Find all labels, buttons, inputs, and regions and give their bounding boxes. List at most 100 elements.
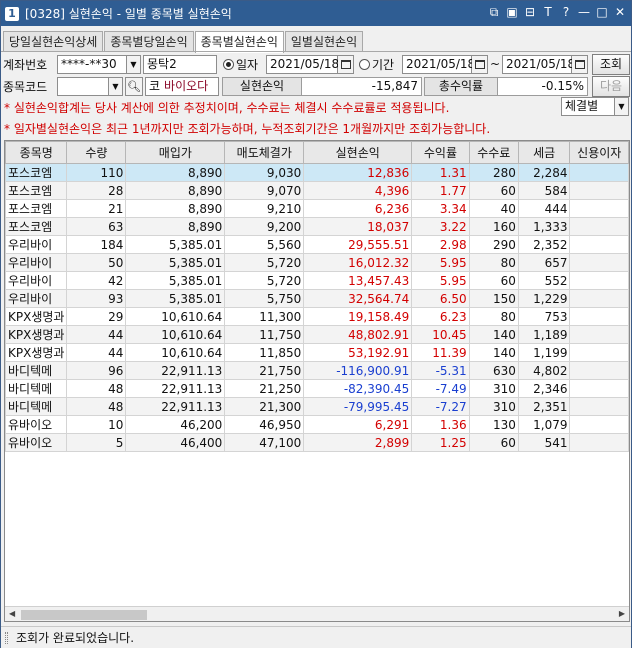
table-cell: 9,200: [224, 217, 305, 236]
date-calendar-button[interactable]: [338, 54, 354, 74]
window-link-icon[interactable]: ⧉: [487, 5, 501, 20]
table-cell: 96: [66, 361, 127, 380]
table-cell: 753: [517, 307, 571, 326]
table-row[interactable]: 유바이오 5 46,400 47,100 2,899 1.25 60 541: [5, 433, 629, 452]
minimize-icon[interactable]: —: [577, 5, 591, 20]
next-button[interactable]: 다음: [592, 75, 630, 97]
scrollbar-thumb[interactable]: [21, 610, 147, 620]
account-input[interactable]: ****-**30: [57, 54, 127, 74]
column-header[interactable]: 실현손익: [303, 141, 413, 164]
column-header[interactable]: 수량: [66, 141, 127, 164]
table-row[interactable]: 포스코엠 110 8,890 9,030 12,836 1.31 280 2,284: [5, 163, 629, 182]
tab-0[interactable]: 당일실현손익상세: [3, 31, 104, 52]
table-cell: 2,352: [517, 235, 571, 254]
table-cell: [569, 379, 629, 398]
stock-code-dropdown-icon[interactable]: ▼: [109, 76, 123, 96]
close-icon[interactable]: ✕: [613, 5, 627, 20]
table-cell: 50: [66, 253, 127, 272]
table-cell: 2,346: [517, 379, 571, 398]
table-row[interactable]: 바디텍메 96 22,911.13 21,750 -116,900.91 -5.31 630…: [5, 361, 629, 380]
date-radio[interactable]: [223, 58, 234, 70]
table-cell: 46,950: [224, 415, 305, 434]
table-cell: 444: [517, 199, 571, 218]
column-header[interactable]: 종목명: [5, 141, 68, 164]
column-header[interactable]: 매도체결가: [224, 141, 305, 164]
window-restore-icon[interactable]: ▣: [505, 5, 519, 20]
scroll-left-icon[interactable]: ◀: [9, 609, 15, 618]
scroll-right-icon[interactable]: ▶: [619, 609, 625, 618]
date-radio-label[interactable]: 일자: [236, 56, 266, 73]
period-from-input[interactable]: 2021/05/18: [402, 54, 475, 74]
table-row[interactable]: KPX생명과 29 10,610.64 11,300 19,158.49 6.23 80 75…: [5, 307, 629, 326]
tab-2[interactable]: 종목별실현손익: [194, 31, 284, 53]
window-arrange-icon[interactable]: ⊟: [523, 5, 537, 20]
period-to-calendar-button[interactable]: [572, 54, 588, 74]
table-cell: 44: [66, 325, 127, 344]
table-row[interactable]: KPX생명과 44 10,610.64 11,850 53,192.91 11.39 140…: [5, 343, 629, 362]
table-cell: 바디텍메: [5, 379, 68, 398]
sort-select-value[interactable]: 체결별: [561, 97, 615, 116]
maximize-icon[interactable]: □: [595, 5, 609, 20]
table-row[interactable]: 포스코엠 28 8,890 9,070 4,396 1.77 60 584: [5, 181, 629, 200]
tab-3[interactable]: 일별실현손익: [284, 31, 364, 52]
table-row[interactable]: 포스코엠 63 8,890 9,200 18,037 3.22 160 1,333: [5, 217, 629, 236]
table-cell: 630: [468, 361, 519, 380]
table-row[interactable]: 우리바이 184 5,385.01 5,560 29,555.51 2.98 290 2,35…: [5, 235, 629, 254]
column-header[interactable]: 신용이자: [569, 141, 629, 164]
realized-pnl-grid[interactable]: 종목명 수량 매입가 매도체결가 실현손익 수익률 수수료 세금 신용이자 포스코엠 110 8,8…: [4, 140, 630, 622]
table-cell: -79,995.45: [303, 397, 413, 416]
stock-search-button[interactable]: 🔍︎: [125, 76, 143, 96]
table-cell: -5.31: [411, 361, 470, 380]
table-cell: 9,030: [224, 163, 305, 182]
table-row[interactable]: 포스코엠 21 8,890 9,210 6,236 3.34 40 444: [5, 199, 629, 218]
tab-bar: 당일실현손익상세 종목별당일손익 종목별실현손익 일별실현손익: [3, 31, 364, 53]
title-bar[interactable]: 1 [0328] 실현손익 - 일별 종목별 실현손익 ⧉ ▣ ⊟ T? — □ ✕: [1, 1, 631, 26]
help-icon[interactable]: ?: [559, 5, 573, 20]
table-cell: 6.23: [411, 307, 470, 326]
table-cell: 21: [66, 199, 127, 218]
column-header[interactable]: 세금: [517, 141, 571, 164]
table-cell: 40: [468, 199, 519, 218]
stock-code-input[interactable]: [57, 76, 109, 96]
date-input[interactable]: 2021/05/18: [266, 54, 339, 74]
table-cell: 우리바이: [5, 235, 68, 254]
table-row[interactable]: 바디텍메 48 22,911.13 21,250 -82,390.45 -7.49 310 2…: [5, 379, 629, 398]
horizontal-scrollbar[interactable]: ◀ ▶: [5, 606, 629, 621]
table-cell: 46,200: [125, 415, 226, 434]
table-cell: 1.25: [411, 433, 470, 452]
search-icon: 🔍︎: [127, 79, 141, 93]
search-button[interactable]: 조회: [592, 53, 630, 75]
table-cell: 포스코엠: [5, 199, 68, 218]
table-row[interactable]: 바디텍메 48 22,911.13 21,300 -79,995.45 -7.27 310 2…: [5, 397, 629, 416]
column-header[interactable]: 수수료: [468, 141, 519, 164]
sort-dropdown-icon[interactable]: ▼: [615, 97, 629, 116]
table-cell: 2,899: [303, 433, 413, 452]
period-radio-label[interactable]: 기간: [372, 56, 402, 73]
table-cell: [569, 361, 629, 380]
table-cell: 150: [468, 289, 519, 308]
table-cell: [569, 397, 629, 416]
table-row[interactable]: 유바이오 10 46,200 46,950 6,291 1.36 130 1,079: [5, 415, 629, 434]
period-radio[interactable]: [359, 58, 370, 70]
column-header[interactable]: 매입가: [125, 141, 226, 164]
table-cell: 6.50: [411, 289, 470, 308]
column-header[interactable]: 수익률: [411, 141, 470, 164]
table-cell: 1,333: [517, 217, 571, 236]
table-cell: 80: [468, 253, 519, 272]
table-cell: 10.45: [411, 325, 470, 344]
period-from-calendar-button[interactable]: [472, 54, 488, 74]
period-to-input[interactable]: 2021/05/18: [502, 54, 575, 74]
table-cell: 우리바이: [5, 289, 68, 308]
tab-1[interactable]: 종목별당일손익: [104, 31, 194, 52]
table-cell: [569, 343, 629, 362]
window-title: [0328] 실현손익 - 일별 종목별 실현손익: [25, 7, 232, 21]
table-row[interactable]: KPX생명과 44 10,610.64 11,750 48,802.91 10.45 140…: [5, 325, 629, 344]
sort-select[interactable]: 체결별 ▼: [561, 97, 629, 116]
table-cell: 8,890: [125, 217, 226, 236]
table-cell: 44: [66, 343, 127, 362]
font-size-icon[interactable]: T: [541, 5, 555, 20]
table-row[interactable]: 우리바이 42 5,385.01 5,720 13,457.43 5.95 60 552: [5, 271, 629, 290]
table-row[interactable]: 우리바이 93 5,385.01 5,750 32,564.74 6.50 150 1,229: [5, 289, 629, 308]
table-row[interactable]: 우리바이 50 5,385.01 5,720 16,012.32 5.95 80 657: [5, 253, 629, 272]
account-dropdown-icon[interactable]: ▼: [127, 54, 141, 74]
